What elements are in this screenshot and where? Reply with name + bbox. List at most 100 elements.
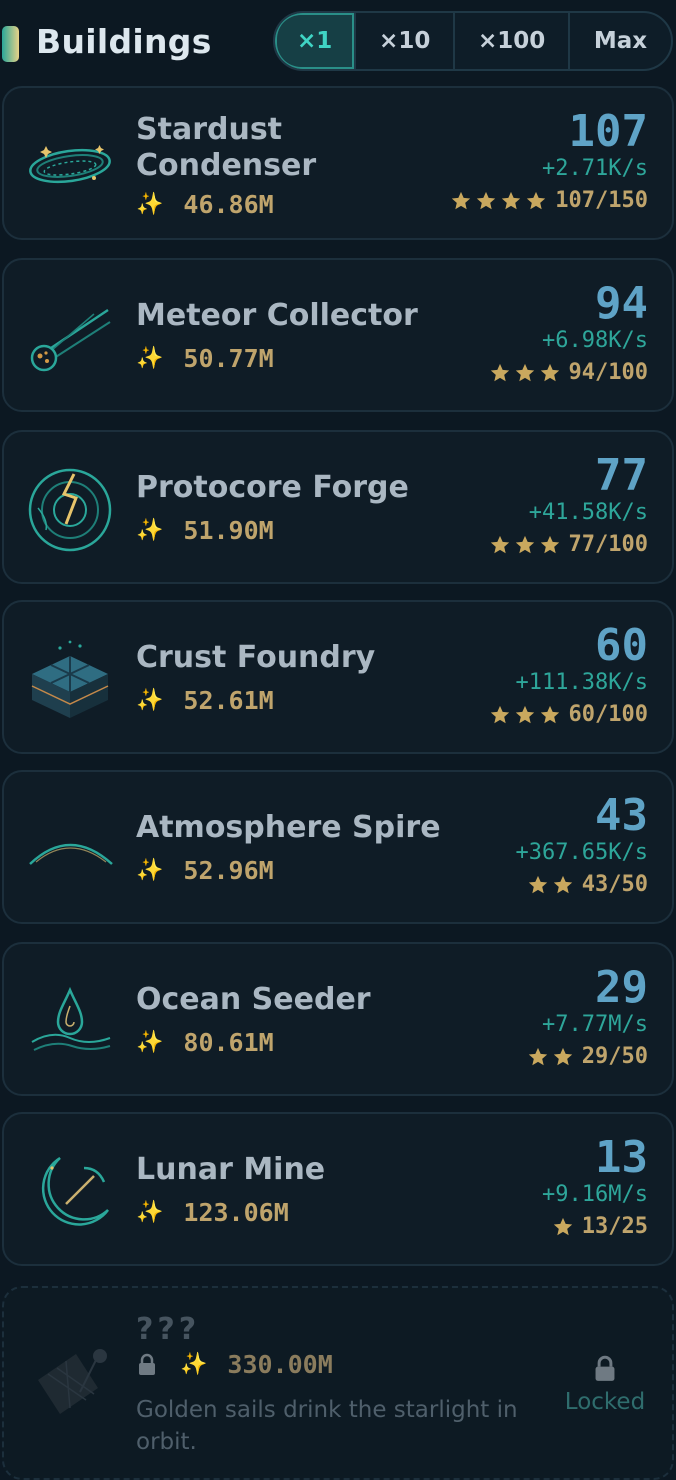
tier-progress: 107/150 xyxy=(555,188,648,213)
tier-stars-row: 77/100 xyxy=(489,532,648,557)
multiplier-x1-button[interactable]: ×1 xyxy=(275,13,355,69)
building-cost: ✨ 80.61M xyxy=(136,1028,274,1057)
star-icon xyxy=(540,363,559,381)
sparkle-icon: ✨ xyxy=(136,192,164,217)
building-card-protocore-forge[interactable]: Protocore Forge ✨ 51.90M 77 +41.58K/s 77… xyxy=(2,430,674,584)
star-icon xyxy=(553,1047,572,1065)
star-icon xyxy=(452,191,471,209)
star-icon xyxy=(527,191,546,209)
building-cost: ✨ 51.90M xyxy=(136,516,274,545)
sparkle-icon: ✨ xyxy=(136,518,164,543)
locked-building-description: Golden sails drink the starlight in orbi… xyxy=(136,1397,518,1455)
building-card-lunar-mine[interactable]: Lunar Mine ✨ 123.06M 13 +9.16M/s 13/25 xyxy=(2,1112,674,1266)
tier-stars xyxy=(527,1046,574,1068)
building-cost: ✨ 46.86M xyxy=(136,190,274,219)
star-icon xyxy=(502,191,521,209)
building-name: Crust Foundry xyxy=(136,640,376,675)
title-accent-bar xyxy=(2,26,19,62)
tier-stars-row: 94/100 xyxy=(489,360,648,385)
building-name: Protocore Forge xyxy=(136,470,409,505)
building-name: Stardust Condenser xyxy=(136,112,317,183)
tier-stars-row: 60/100 xyxy=(489,702,648,727)
building-rate: +111.38K/s xyxy=(515,670,648,695)
building-name: Atmosphere Spire xyxy=(136,810,441,845)
sparkle-icon: ✨ xyxy=(136,1200,164,1225)
building-rate: +6.98K/s xyxy=(542,328,648,353)
page-title: Buildings xyxy=(36,22,212,61)
star-icon xyxy=(553,875,572,893)
building-card-atmosphere-spire[interactable]: Atmosphere Spire ✨ 52.96M 43 +367.65K/s … xyxy=(2,770,674,924)
building-cost: ✨ 52.61M xyxy=(136,686,274,715)
building-card-crust-foundry[interactable]: Crust Foundry ✨ 52.61M 60 +111.38K/s 60/… xyxy=(2,600,674,754)
star-icon xyxy=(490,705,509,723)
building-card-ocean-seeder[interactable]: Ocean Seeder ✨ 80.61M 29 +7.77M/s 29/50 xyxy=(2,942,674,1096)
sparkle-icon: ✨ xyxy=(136,858,164,883)
star-icon xyxy=(540,535,559,553)
building-card-locked: ??? ✨ 330.00M Golden sails drink the sta… xyxy=(2,1286,674,1480)
tier-stars xyxy=(450,190,547,212)
sparkle-icon: ✨ xyxy=(136,346,164,371)
sparkle-icon: ✨ xyxy=(136,1030,164,1055)
buildings-header: Buildings ×1 ×10 ×100 Max xyxy=(0,0,676,84)
building-count: 60 xyxy=(595,620,648,671)
star-icon xyxy=(477,191,496,209)
tier-progress: 77/100 xyxy=(568,532,648,557)
building-count: 77 xyxy=(595,450,648,501)
tier-progress: 13/25 xyxy=(581,1214,648,1239)
building-name: Lunar Mine xyxy=(136,1152,326,1187)
stardust-ring-icon xyxy=(29,145,111,184)
tier-progress: 29/50 xyxy=(581,1044,648,1069)
building-count: 94 xyxy=(595,278,648,329)
locked-label: Locked xyxy=(564,1389,646,1415)
tier-progress: 43/50 xyxy=(581,872,648,897)
meteor-icon xyxy=(30,308,111,372)
tier-stars-row: 43/50 xyxy=(527,872,648,897)
building-card-meteor-collector[interactable]: Meteor Collector ✨ 50.77M 94 +6.98K/s 94… xyxy=(2,258,674,412)
water-drop-icon xyxy=(31,986,111,1051)
crust-cube-icon xyxy=(31,640,109,718)
moon-pickaxe-icon xyxy=(41,1156,110,1226)
building-count: 29 xyxy=(595,962,648,1013)
tier-stars-row: 29/50 xyxy=(527,1044,648,1069)
star-icon xyxy=(490,363,509,381)
building-count: 13 xyxy=(595,1132,648,1183)
tier-stars xyxy=(489,362,561,384)
sparkle-icon: ✨ xyxy=(180,1352,208,1377)
atmosphere-arc-icon xyxy=(29,843,113,865)
tier-stars xyxy=(552,1216,574,1238)
tier-progress: 94/100 xyxy=(568,360,648,385)
star-icon xyxy=(528,875,547,893)
tier-stars-row: 13/25 xyxy=(552,1214,648,1239)
building-cost: ✨ 52.96M xyxy=(136,856,274,885)
locked-building-cost: ✨ 330.00M xyxy=(136,1350,333,1379)
tier-stars xyxy=(489,704,561,726)
tier-progress: 60/100 xyxy=(568,702,648,727)
building-count: 43 xyxy=(595,790,648,841)
tier-stars-row: 107/150 xyxy=(450,188,648,213)
building-rate: +41.58K/s xyxy=(528,500,648,525)
building-rate: +367.65K/s xyxy=(515,840,648,865)
multiplier-x10-button[interactable]: ×10 xyxy=(354,13,453,69)
star-icon xyxy=(515,363,534,381)
solar-sail-icon xyxy=(38,1349,107,1414)
building-name: Meteor Collector xyxy=(136,298,418,333)
lock-icon xyxy=(139,1353,155,1375)
multiplier-selector: ×1 ×10 ×100 Max xyxy=(273,11,673,71)
building-rate: +7.77M/s xyxy=(542,1012,648,1037)
building-rate: +9.16M/s xyxy=(542,1182,648,1207)
building-rate: +2.71K/s xyxy=(542,156,648,181)
star-icon xyxy=(515,705,534,723)
core-forge-icon xyxy=(28,468,112,552)
building-card-stardust-condenser[interactable]: Stardust Condenser ✨ 46.86M 107 +2.71K/s… xyxy=(2,86,674,240)
tier-stars xyxy=(527,874,574,896)
building-cost: ✨ 123.06M xyxy=(136,1198,289,1227)
star-icon xyxy=(553,1217,572,1235)
multiplier-max-button[interactable]: Max xyxy=(568,13,671,69)
lock-icon xyxy=(595,1355,615,1381)
locked-building-name: ??? xyxy=(136,1312,201,1347)
building-cost: ✨ 50.77M xyxy=(136,344,274,373)
tier-stars xyxy=(489,534,561,556)
star-icon xyxy=(540,705,559,723)
sparkle-icon: ✨ xyxy=(136,688,164,713)
multiplier-x100-button[interactable]: ×100 xyxy=(453,13,568,69)
